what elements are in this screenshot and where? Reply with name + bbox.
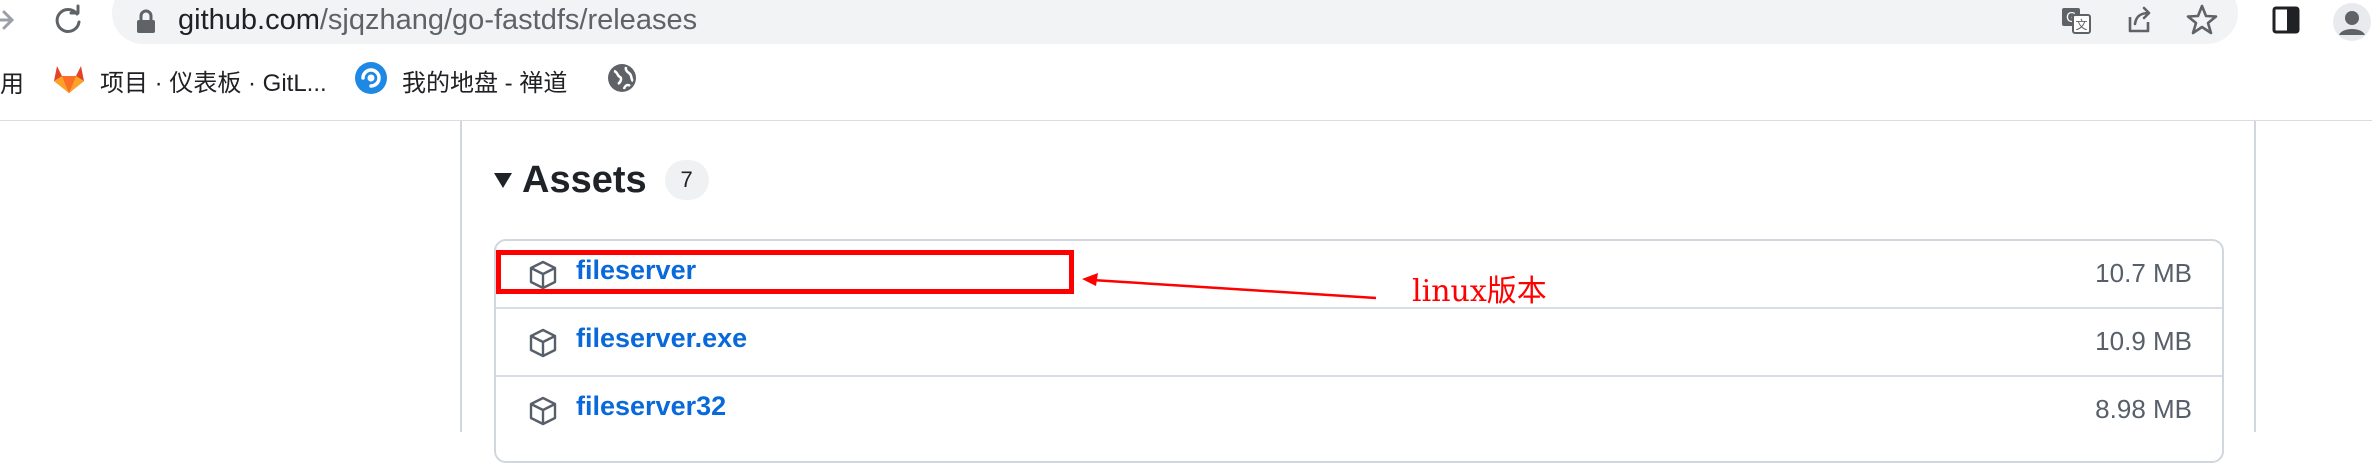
bookmark-globe[interactable] [606,60,638,100]
globe-icon [606,62,638,99]
translate-icon[interactable]: G文 [2058,2,2094,38]
asset-size: 8.98 MB [2095,394,2192,424]
url-host: github.com [178,4,320,36]
asset-size: 10.7 MB [2095,258,2192,288]
bookmarks-bar: 用 项目 · 仪表板 · GitL... 我的地盘 - 禅道 [0,48,2372,121]
reload-icon[interactable] [50,2,86,38]
asset-link[interactable]: fileserver32 [576,391,726,422]
content-divider-left [460,121,462,432]
asset-row: fileserver32 8.98 MB [496,375,2222,443]
bookmark-apps[interactable]: 用 [0,64,24,99]
url-text[interactable]: github.com/sjqzhang/go-fastdfs/releases [178,2,697,38]
zentao-icon [354,61,388,100]
content-divider-right [2254,121,2256,432]
sidepanel-icon[interactable] [2268,2,2304,38]
gitlab-icon [52,62,86,99]
package-icon [528,328,558,358]
package-icon [528,396,558,426]
forward-icon[interactable] [0,2,18,38]
annotation-highlight-box [496,250,1074,294]
browser-toolbar: github.com/sjqzhang/go-fastdfs/releases … [0,0,2372,44]
lock-icon[interactable] [134,8,158,36]
triangle-down-icon [492,170,514,190]
bookmark-zentao[interactable]: 我的地盘 - 禅道 [354,60,567,100]
asset-size: 10.9 MB [2095,326,2192,356]
assets-header[interactable]: Assets 7 [492,152,709,208]
svg-text:文: 文 [2075,17,2087,32]
share-icon[interactable] [2120,2,2156,38]
bookmark-gitlab[interactable]: 项目 · 仪表板 · GitL... [52,60,327,100]
asset-row: fileserver.exe 10.9 MB [496,307,2222,375]
assets-count-badge: 7 [664,160,709,200]
bookmark-label: 我的地盘 - 禅道 [402,69,568,97]
assets-title: Assets [522,158,647,201]
annotation-arrow-icon [1080,266,1380,306]
star-icon[interactable] [2184,2,2220,38]
url-path: /sjqzhang/go-fastdfs/releases [319,4,698,36]
asset-link[interactable]: fileserver.exe [576,323,747,354]
bookmark-label: 项目 · 仪表板 · GitL... [100,69,327,97]
annotation-label: linux版本 [1412,274,1547,309]
profile-icon[interactable] [2332,2,2371,41]
